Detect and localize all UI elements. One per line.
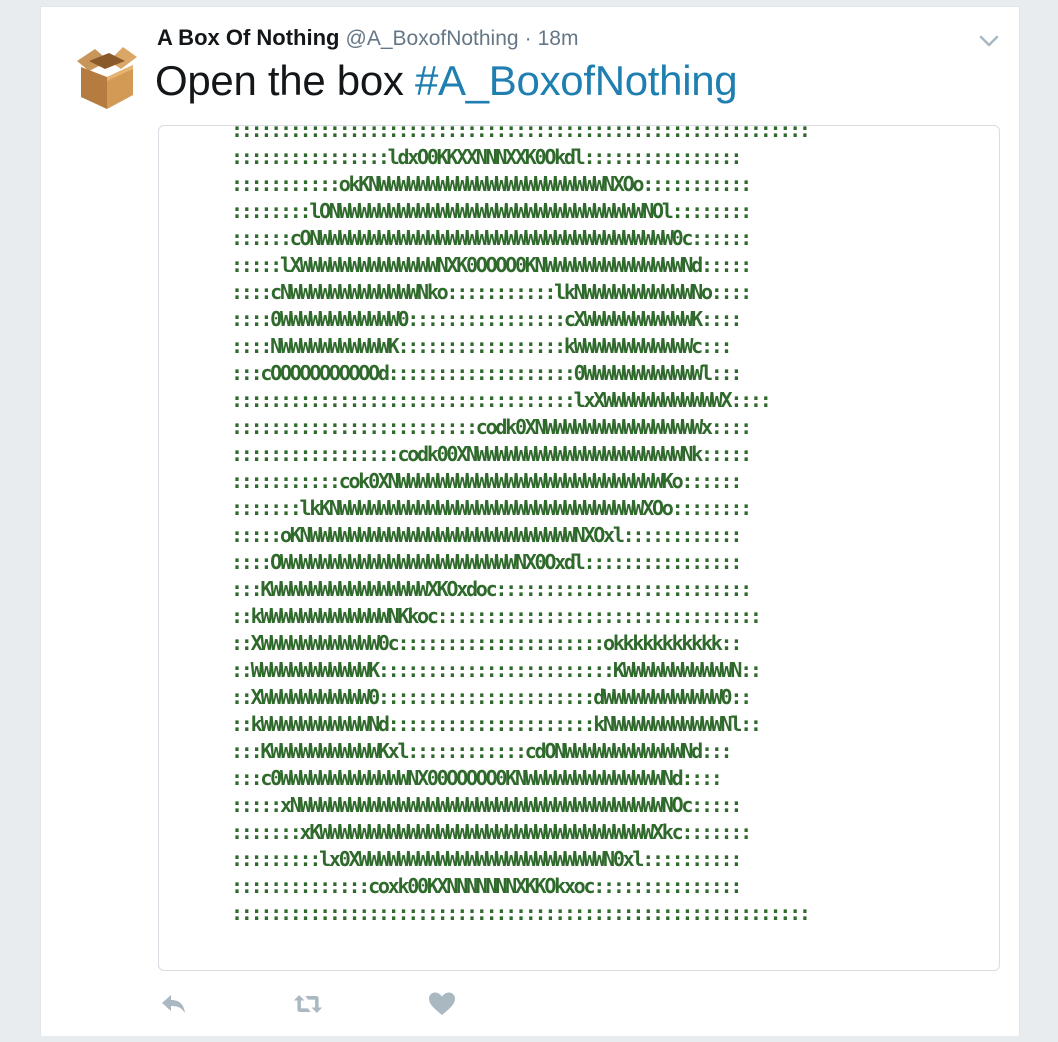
header-separator: · [524, 27, 532, 50]
display-name[interactable]: A Box Of Nothing [157, 25, 340, 51]
tweet-card[interactable]: A Box Of Nothing @A_BoxofNothing · 18m O… [40, 6, 1020, 1036]
hashtag-link[interactable]: #A_BoxofNothing [415, 57, 738, 104]
reply-button[interactable] [159, 989, 189, 1019]
tweet-text: Open the box #A_BoxofNothing [155, 57, 738, 105]
tweet-actions [159, 989, 457, 1019]
tweet-header: A Box Of Nothing @A_BoxofNothing · 18m [157, 25, 578, 55]
like-button[interactable] [427, 989, 457, 1019]
more-options-button[interactable] [977, 29, 1001, 53]
retweet-icon [293, 995, 323, 1013]
retweet-button[interactable] [293, 989, 323, 1019]
timeline-page: A Box Of Nothing @A_BoxofNothing · 18m O… [0, 0, 1058, 1042]
tweet-text-body: Open the box [155, 57, 415, 104]
screen-name[interactable]: @A_BoxofNothing [346, 27, 519, 51]
media-card[interactable]: ::::::::::::::::::::::::::::::::::::::::… [158, 125, 1000, 971]
ascii-art-image: ::::::::::::::::::::::::::::::::::::::::… [231, 125, 811, 925]
timestamp-link[interactable]: 18m [538, 27, 579, 51]
avatar[interactable] [75, 39, 139, 111]
heart-icon [429, 992, 455, 1015]
chevron-down-icon [979, 35, 999, 47]
reply-icon [162, 995, 185, 1013]
cardboard-box-icon [77, 47, 137, 109]
